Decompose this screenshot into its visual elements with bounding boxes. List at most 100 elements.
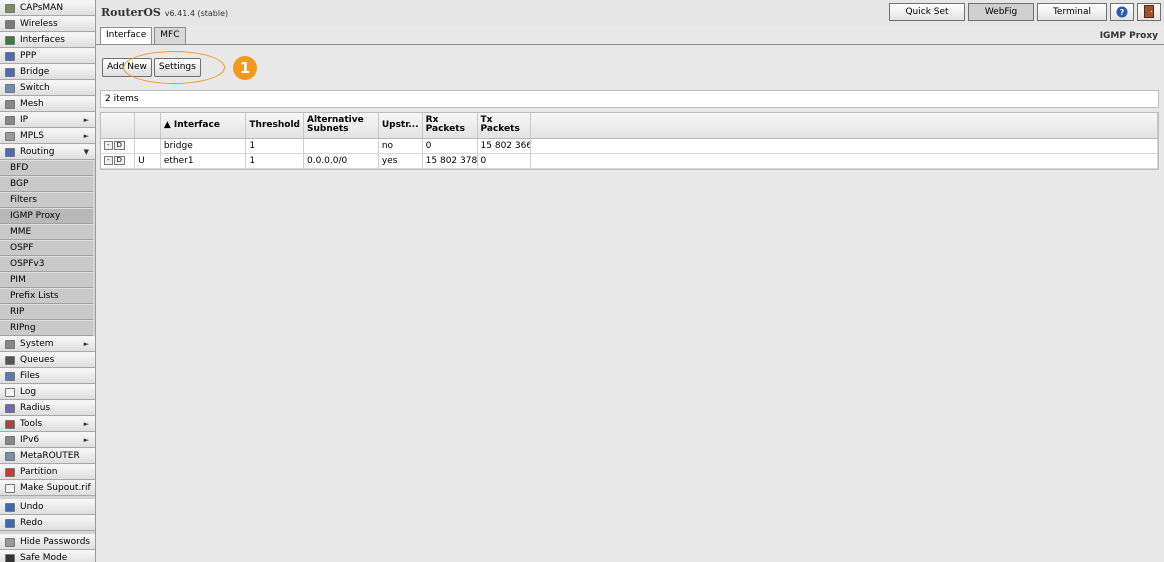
col-interface[interactable]: ▲ Interface [160,113,247,139]
sidebar-item-label: Interfaces [20,35,65,45]
col-filler [530,113,1158,139]
sidebar-item-redo[interactable]: Redo [0,515,95,531]
col-rx-packets[interactable]: Rx Packets [422,113,478,139]
chevron-icon: ► [83,420,89,428]
remove-button[interactable]: - [104,140,113,150]
files-icon [5,372,15,381]
sidebar-item-label: Wireless [20,19,58,29]
redo-icon [5,519,15,528]
cell-interface: bridge [160,138,247,154]
sidebar-item-ppp[interactable]: PPP [0,48,95,64]
safe-mode-icon [5,554,15,562]
sidebar-subitem-bgp[interactable]: BGP [0,176,93,192]
page-title: IGMP Proxy [1099,31,1158,41]
interfaces-icon [5,36,15,45]
wireless-icon [5,20,15,29]
cell-filler [530,153,1158,169]
sidebar-item-partition[interactable]: Partition [0,464,95,480]
chevron-icon: ► [83,436,89,444]
cell-alternative-subnets [303,138,379,154]
col-tx-packets[interactable]: Tx Packets [477,113,532,139]
sidebar-item-queues[interactable]: Queues [0,352,95,368]
sidebar-item-tools[interactable]: Tools ► [0,416,95,432]
chevron-icon: ► [83,116,89,124]
sidebar-item-wireless[interactable]: Wireless [0,16,95,32]
sidebar-item-label: Radius [20,403,51,413]
switch-icon [5,84,15,93]
disable-button[interactable]: D [113,140,125,150]
sidebar-item-label: Make Supout.rif [20,483,91,493]
sidebar-item-mpls[interactable]: MPLS ► [0,128,95,144]
cell-interface: ether1 [160,153,247,169]
sidebar-item-switch[interactable]: Switch [0,80,95,96]
queues-icon [5,356,15,365]
remove-button[interactable]: - [104,155,113,165]
sidebar-subitem-bfd[interactable]: BFD [0,160,93,176]
svg-text:?: ? [1120,8,1125,17]
table-row[interactable]: - D Uether1 1 0.0.0.0/0 yes 15 802 378 0 [101,153,1158,169]
cell-flag [134,138,161,154]
sidebar-item-log[interactable]: Log [0,384,95,400]
sidebar-subitem-mme[interactable]: MME [0,224,93,240]
sidebar-item-routing[interactable]: Routing ▼ [0,144,95,160]
table-row[interactable]: - Dbridge 1 no 0 15 802 366 [101,138,1158,154]
cell-filler [530,138,1158,154]
sidebar-item-label: Switch [20,83,50,93]
help-icon: ? [1116,6,1128,18]
tab-interface[interactable]: Interface [100,27,153,45]
sidebar-item-bridge[interactable]: Bridge [0,64,95,80]
quick-set-button[interactable]: Quick Set [889,3,965,21]
sidebar-item-label: Files [20,371,40,381]
col-threshold[interactable]: Threshold [245,113,304,139]
sidebar-item-system[interactable]: System ► [0,336,95,352]
sidebar-item-mesh[interactable]: Mesh [0,96,95,112]
help-button[interactable]: ? [1110,3,1134,21]
disable-button[interactable]: D [113,155,125,165]
ip-icon [5,116,15,125]
metarouter-icon [5,452,15,461]
ppp-icon [5,52,15,61]
sidebar-item-make-supout-rif[interactable]: Make Supout.rif [0,480,95,496]
sidebar-item-radius[interactable]: Radius [0,400,95,416]
table-header-row: ▲ Interface Threshold Alternative Subnets… [101,113,1158,139]
col-alternative-subnets[interactable]: Alternative Subnets [303,113,379,139]
sidebar-subitem-igmp-proxy[interactable]: IGMP Proxy [0,208,93,224]
mpls-icon [5,132,15,141]
terminal-button[interactable]: Terminal [1037,3,1107,21]
partition-icon [5,468,15,477]
cell-rx-packets: 15 802 378 [422,153,478,169]
sidebar-subitem-prefix-lists[interactable]: Prefix Lists [0,288,93,304]
sidebar-item-capsman[interactable]: CAPsMAN [0,0,95,16]
sidebar-subitem-pim[interactable]: PIM [0,272,93,288]
sidebar-item-metarouter[interactable]: MetaROUTER [0,448,95,464]
brand-title: RouterOS v6.41.4 (stable) [101,6,228,19]
sidebar-item-hide-passwords[interactable]: Hide Passwords [0,534,95,550]
system-icon [5,340,15,349]
sidebar-item-interfaces[interactable]: Interfaces [0,32,95,48]
mesh-icon [5,100,15,109]
col-upstream[interactable]: Upstr... [378,113,423,139]
sidebar-item-undo[interactable]: Undo [0,499,95,515]
sidebar-item-label: Redo [20,518,43,528]
sidebar-subitem-filters[interactable]: Filters [0,192,93,208]
sidebar-item-label: Bridge [20,67,50,77]
igmp-proxy-table: ▲ Interface Threshold Alternative Subnets… [100,112,1159,170]
sidebar-item-label: Undo [20,502,44,512]
item-count: 2 items [100,90,1159,108]
sidebar-item-safe-mode[interactable]: Safe Mode [0,550,95,562]
cell-tx-packets: 0 [477,153,532,169]
sidebar-item-label: IP [20,115,29,125]
sidebar-item-ip[interactable]: IP ► [0,112,95,128]
sidebar-subitem-rip[interactable]: RIP [0,304,93,320]
sidebar-subitem-ripng[interactable]: RIPng [0,320,93,336]
sidebar-item-files[interactable]: Files [0,368,95,384]
sidebar-subitem-ospf[interactable]: OSPF [0,240,93,256]
sidebar-item-label: Queues [20,355,55,365]
sidebar-item-ipv6[interactable]: IPv6 ► [0,432,95,448]
webfig-button[interactable]: WebFig [968,3,1034,21]
cell-upstream: no [378,138,423,154]
tab-mfc[interactable]: MFC [154,27,186,44]
logout-button[interactable] [1137,3,1161,21]
row-actions: -D [101,153,136,169]
sidebar-subitem-ospfv3[interactable]: OSPFv3 [0,256,93,272]
